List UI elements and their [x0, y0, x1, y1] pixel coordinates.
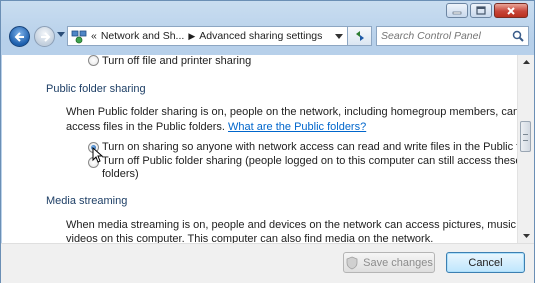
section-heading-public-folder: Public folder sharing — [46, 83, 146, 95]
breadcrumb-prefix[interactable]: « — [91, 30, 97, 42]
label-public-folder-off-line1[interactable]: Turn off Public folder sharing (people l… — [102, 155, 521, 167]
radio-turn-off-file-sharing[interactable] — [88, 55, 99, 66]
save-changes-label: Save changes — [363, 256, 433, 269]
shield-icon — [346, 256, 358, 269]
close-button[interactable] — [494, 3, 528, 18]
section-heading-media-streaming: Media streaming — [46, 195, 128, 207]
breadcrumb-advanced-sharing[interactable]: Advanced sharing settings — [199, 30, 322, 42]
search-icon[interactable] — [512, 30, 524, 42]
control-panel-window: « Network and Sh... ▶ Advanced sharing s… — [0, 0, 535, 283]
label-turn-off-file-sharing: Turn off file and printer sharing — [102, 55, 252, 67]
recent-pages-dropdown-icon[interactable] — [57, 32, 65, 38]
cancel-label: Cancel — [468, 256, 503, 269]
address-dropdown-button[interactable] — [331, 27, 347, 45]
public-folder-description-line1: When Public folder sharing is on, people… — [66, 106, 520, 118]
maximize-button[interactable] — [470, 3, 492, 18]
media-streaming-description-line2: videos on this computer. This computer c… — [66, 233, 434, 243]
media-streaming-description-line1: When media streaming is on, people and d… — [66, 219, 534, 231]
arrow-left-icon — [14, 31, 24, 42]
close-icon — [507, 6, 515, 15]
scroll-down-button[interactable] — [518, 229, 534, 243]
scroll-up-icon — [522, 60, 530, 64]
search-box[interactable] — [376, 26, 529, 46]
window-controls — [444, 3, 528, 18]
back-button[interactable] — [9, 26, 30, 47]
arrow-right-icon — [40, 31, 50, 42]
address-bar[interactable]: « Network and Sh... ▶ Advanced sharing s… — [67, 26, 348, 46]
forward-button[interactable] — [34, 26, 55, 47]
refresh-icon — [355, 31, 364, 41]
minimize-button[interactable] — [446, 3, 468, 18]
save-changes-button[interactable]: Save changes — [343, 252, 435, 273]
label-public-folder-off-line2[interactable]: folders) — [102, 168, 139, 180]
maximize-icon — [476, 6, 486, 15]
public-folders-help-link[interactable]: What are the Public folders? — [228, 121, 366, 133]
refresh-button[interactable] — [348, 26, 372, 46]
network-icon — [71, 30, 87, 44]
navigation-bar: « Network and Sh... ▶ Advanced sharing s… — [1, 23, 534, 53]
public-folder-description-line2: access files in the Public folders. What… — [66, 121, 366, 133]
search-input[interactable] — [381, 29, 506, 43]
vertical-scrollbar[interactable] — [517, 55, 534, 243]
cancel-button[interactable]: Cancel — [446, 252, 525, 273]
public-folder-description-text: access files in the Public folders. — [66, 121, 225, 133]
scroll-up-button[interactable] — [518, 55, 534, 69]
label-public-folder-on[interactable]: Turn on sharing so anyone with network a… — [102, 141, 534, 153]
scrollbar-thumb[interactable] — [520, 121, 531, 152]
chevron-down-icon — [335, 33, 343, 39]
breadcrumb-network[interactable]: Network and Sh... — [101, 30, 184, 42]
scroll-down-icon — [522, 234, 530, 238]
breadcrumb-separator-icon[interactable]: ▶ — [188, 31, 195, 42]
title-bar — [1, 1, 534, 21]
mouse-cursor-icon — [92, 147, 104, 163]
settings-content: Turn off file and printer sharing Public… — [2, 55, 534, 243]
button-bar: Save changes Cancel — [1, 243, 534, 283]
minimize-icon — [452, 11, 462, 14]
